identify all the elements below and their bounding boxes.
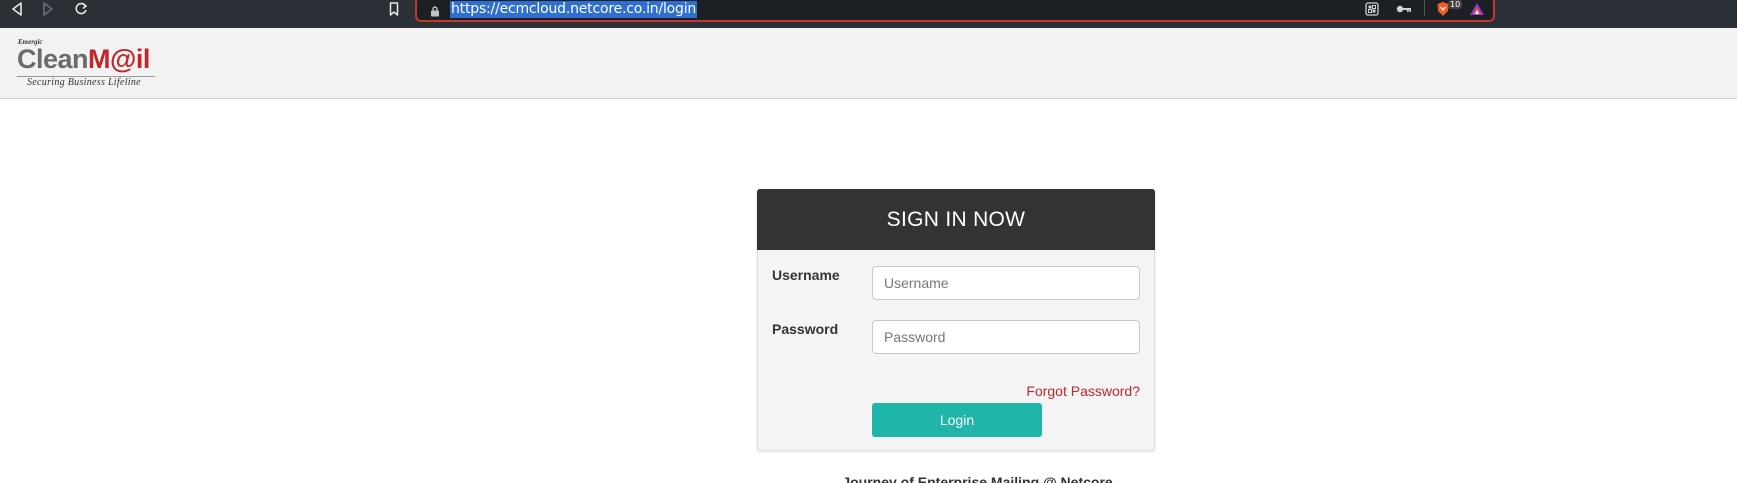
brave-rewards-icon[interactable] [1467, 0, 1487, 18]
site-header: Emergic CleanM@il Securing Business Life… [0, 28, 1737, 99]
logo-brand-part2: M@il [88, 44, 150, 74]
login-title: SIGN IN NOW [886, 207, 1026, 231]
back-icon[interactable] [7, 0, 27, 18]
footer-text: Journey of Enterprise Mailing @ Netcore [842, 474, 1113, 483]
toolbar-divider [1424, 0, 1425, 16]
logo-brand-part1: Clean [17, 44, 89, 74]
url-text[interactable]: https://ecmcloud.netcore.co.in/login [450, 1, 698, 18]
cleanmail-logo[interactable]: Emergic CleanM@il Securing Business Life… [17, 38, 162, 88]
bookmark-icon[interactable] [384, 0, 404, 18]
reload-icon[interactable] [71, 0, 91, 18]
login-header: SIGN IN NOW [757, 189, 1155, 250]
username-label: Username [772, 267, 840, 283]
password-label: Password [772, 321, 839, 337]
brave-shield-badge: 10 [1448, 0, 1463, 9]
login-panel: SIGN IN NOW Username Password Forgot Pas… [757, 189, 1155, 451]
login-button[interactable]: Login [872, 403, 1042, 437]
address-bar[interactable]: https://ecmcloud.netcore.co.in/login [415, 0, 1495, 22]
key-icon[interactable] [1394, 0, 1414, 18]
logo-brand: CleanM@il [17, 44, 150, 74]
username-input[interactable] [872, 266, 1140, 300]
qr-icon[interactable] [1362, 0, 1382, 18]
lock-icon[interactable] [430, 4, 440, 22]
forward-icon[interactable] [38, 0, 58, 18]
password-input[interactable] [872, 320, 1140, 354]
logo-tagline: Securing Business Lifeline [27, 77, 141, 88]
forgot-password-link[interactable]: Forgot Password? [1026, 383, 1140, 399]
browser-toolbar: https://ecmcloud.netcore.co.in/login 10 [0, 0, 1737, 28]
